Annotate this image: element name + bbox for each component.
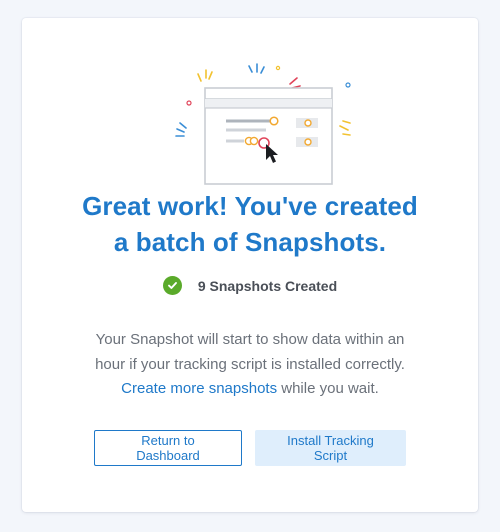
check-circle-icon [162, 276, 182, 295]
description-line-3: Create more snapshots while you wait. [22, 377, 478, 402]
info-description: Your Snapshot will start to show data wi… [22, 328, 478, 402]
snapshot-status: 9 Snapshots Created [22, 276, 478, 295]
description-line-2: hour if your tracking script is installe… [95, 355, 405, 373]
success-card: Great work! You've created a batch of Sn… [22, 18, 478, 512]
action-buttons: Return to Dashboard Install Tracking Scr… [22, 430, 478, 466]
browser-window-graphic [204, 87, 333, 185]
snapshot-illustration [175, 63, 351, 185]
create-more-snapshots-link[interactable]: Create more snapshots [121, 380, 277, 397]
return-to-dashboard-button[interactable]: Return to Dashboard [94, 430, 242, 466]
description-line-3-suffix: while you wait. [277, 380, 379, 397]
description-line-1: Your Snapshot will start to show data wi… [95, 331, 405, 348]
headline-line-2: a batch of Snapshots. [113, 227, 387, 257]
install-tracking-script-button[interactable]: Install Tracking Script [255, 430, 406, 466]
success-headline: Great work! You've created a batch of Sn… [22, 188, 478, 260]
snapshot-count-label: 9 Snapshots Created [197, 277, 338, 294]
headline-line-1: Great work! You've created [82, 191, 418, 221]
